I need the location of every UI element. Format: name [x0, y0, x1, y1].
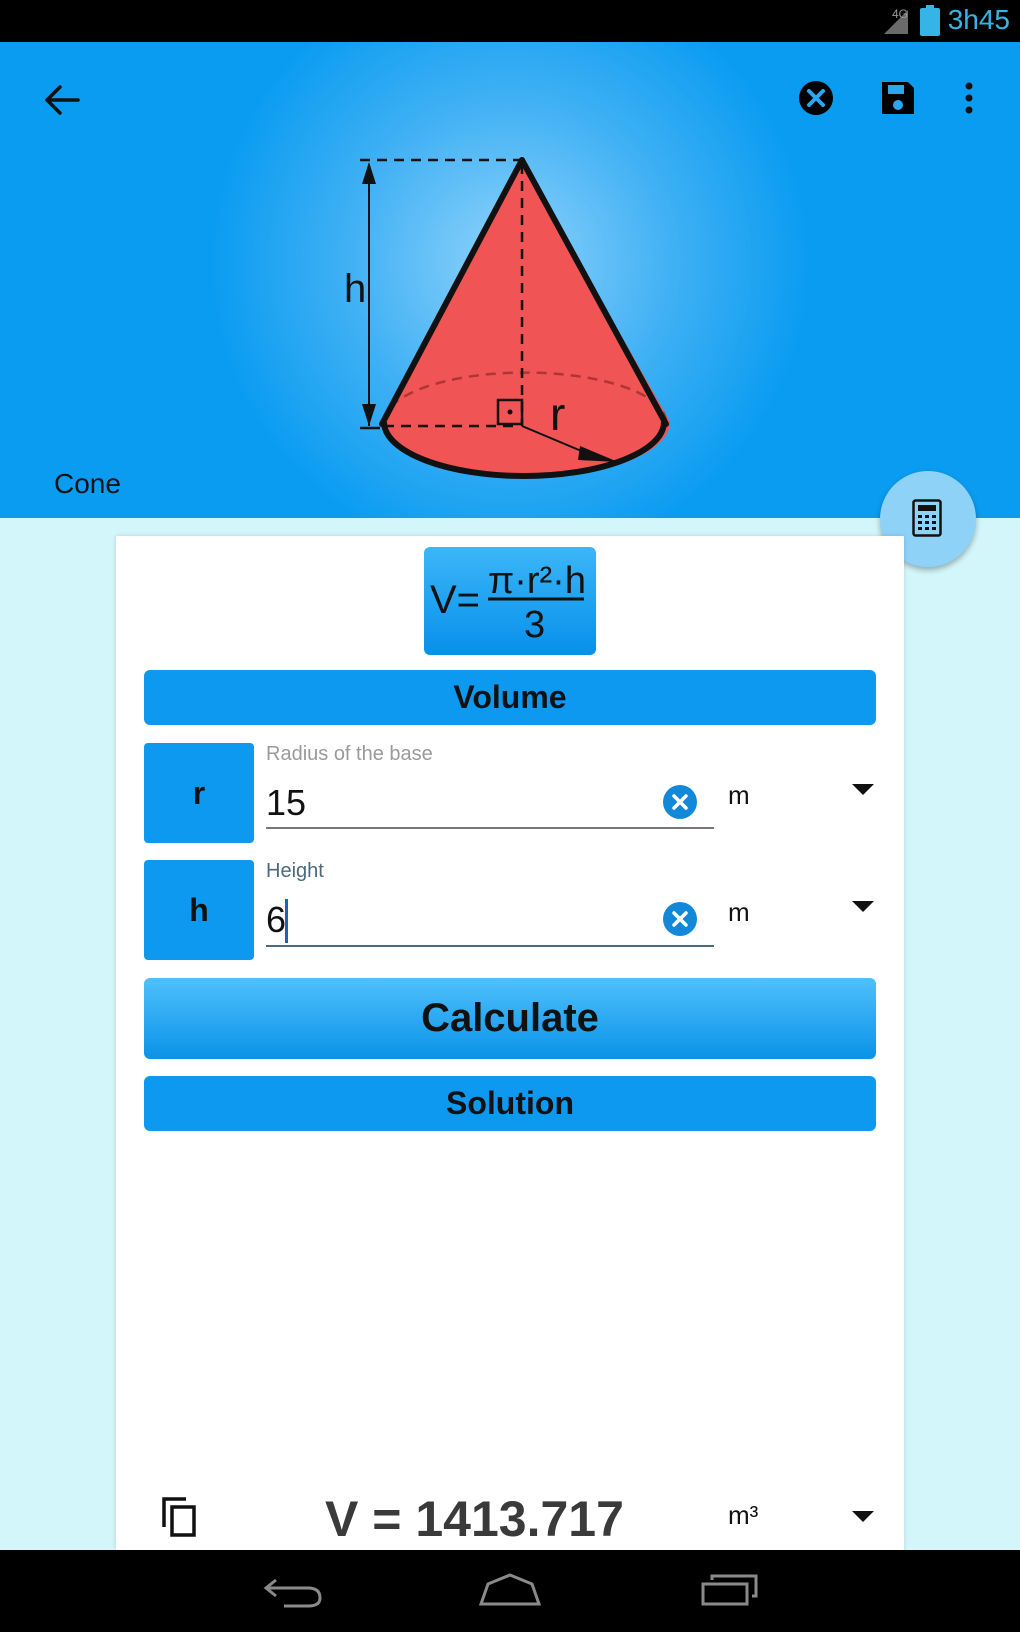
radius-unit[interactable]: m: [728, 780, 750, 811]
height-label: h: [344, 267, 366, 311]
result-unit-dropdown-arrow-icon[interactable]: [852, 1511, 874, 1522]
copy-icon[interactable]: [160, 1495, 200, 1539]
height-unit-dropdown-arrow-icon[interactable]: [852, 901, 874, 912]
height-input-underline: [266, 945, 714, 947]
height-arrow-top: [362, 162, 376, 184]
calculate-button[interactable]: Calculate: [144, 978, 876, 1059]
formula-denominator: 3: [524, 604, 545, 646]
status-bar: 4G 3h45: [0, 0, 1020, 42]
solution-section-header: Solution: [144, 1076, 876, 1131]
clear-circle-icon[interactable]: [796, 78, 836, 118]
result-unit[interactable]: m³: [728, 1500, 758, 1531]
nav-recents-icon[interactable]: [700, 1572, 760, 1608]
height-arrow-bottom: [362, 404, 376, 426]
nav-home-icon[interactable]: [478, 1572, 542, 1608]
formula-lhs: V=: [430, 578, 480, 622]
nav-back-icon[interactable]: [262, 1574, 324, 1610]
result-value: V = 1413.717: [325, 1491, 624, 1547]
cone-body: [384, 160, 670, 478]
save-icon[interactable]: [878, 78, 918, 118]
network-type: 4G: [891, 7, 908, 21]
radius-label: r: [550, 388, 565, 440]
radius-input[interactable]: 15: [266, 782, 306, 824]
height-symbol-box: h: [144, 860, 254, 960]
radius-field-label: Radius of the base: [266, 743, 433, 765]
more-vert-icon[interactable]: [955, 78, 983, 118]
calculator-icon: [912, 499, 942, 537]
clock: 3h45: [947, 4, 1010, 35]
height-clear-icon[interactable]: [662, 901, 698, 937]
height-input[interactable]: 6: [266, 899, 286, 941]
system-nav-bar: [0, 1550, 1020, 1632]
radius-clear-icon[interactable]: [662, 784, 698, 820]
shape-title: Cone: [54, 468, 121, 499]
volume-formula: V= π·r²·h 3: [430, 560, 586, 646]
radius-unit-dropdown-arrow-icon[interactable]: [852, 784, 874, 795]
radius-input-underline: [266, 827, 714, 829]
volume-section-header: Volume: [144, 670, 876, 725]
back-arrow-icon[interactable]: [40, 78, 84, 122]
text-cursor: [285, 899, 288, 943]
battery-icon: [920, 8, 940, 36]
formula-numerator: π·r²·h: [488, 560, 586, 602]
height-field-label: Height: [266, 860, 324, 882]
height-unit[interactable]: m: [728, 897, 750, 928]
radius-symbol-box: r: [144, 743, 254, 843]
formula-button[interactable]: V= π·r²·h 3: [424, 547, 596, 655]
cone-figure: h r: [344, 157, 670, 479]
app-header: h r Cone: [0, 42, 1020, 518]
